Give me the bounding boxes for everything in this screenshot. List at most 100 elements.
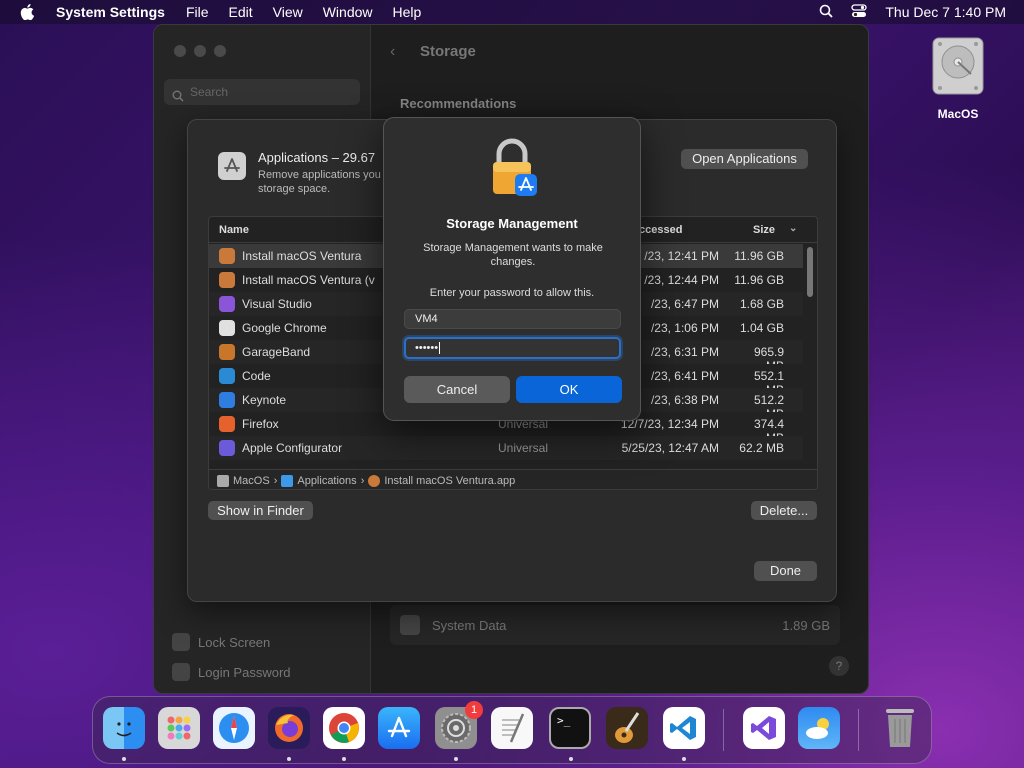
running-indicator bbox=[682, 757, 686, 761]
table-row[interactable]: Apple Configurator Universal 5/25/23, 12:4… bbox=[209, 436, 803, 460]
app-name: Visual Studio bbox=[242, 297, 312, 311]
username-field[interactable]: VM4 bbox=[404, 309, 621, 329]
breadcrumb: MacOS › Applications › Install macOS Ventu… bbox=[209, 469, 817, 489]
desktop-disk-icon[interactable]: MacOS bbox=[922, 34, 994, 121]
launchpad-icon[interactable] bbox=[158, 707, 200, 749]
storage-management-dialog: Storage Management Storage Management wa… bbox=[383, 117, 641, 421]
running-indicator bbox=[454, 757, 458, 761]
running-indicator bbox=[287, 757, 291, 761]
weather-icon[interactable] bbox=[798, 707, 840, 749]
help-button[interactable]: ? bbox=[829, 656, 849, 676]
vscode-icon[interactable] bbox=[663, 707, 705, 749]
app-icon bbox=[219, 272, 235, 288]
app-icon bbox=[219, 392, 235, 408]
app-size: 1.68 GB bbox=[739, 297, 784, 311]
app-name: Apple Configurator bbox=[242, 441, 343, 455]
app-name: Install macOS Ventura bbox=[242, 249, 362, 263]
ok-button[interactable]: OK bbox=[516, 376, 622, 403]
back-chevron-icon[interactable]: ‹ bbox=[390, 43, 395, 61]
app-store-icon[interactable] bbox=[378, 707, 420, 749]
sidebar-search-input[interactable]: Search bbox=[164, 79, 360, 105]
app-icon bbox=[219, 296, 235, 312]
breadcrumb-item[interactable]: Install macOS Ventura.app bbox=[384, 475, 515, 487]
sidebar-item-login-password[interactable]: Login Password bbox=[172, 663, 291, 681]
app-size: 1.04 GB bbox=[739, 321, 784, 335]
chrome-icon[interactable] bbox=[323, 707, 365, 749]
app-icon bbox=[219, 440, 235, 456]
password-field[interactable]: •••••• bbox=[404, 337, 621, 359]
firefox-icon[interactable] bbox=[268, 707, 310, 749]
disk-icon bbox=[217, 474, 229, 487]
finder-icon[interactable] bbox=[103, 707, 145, 749]
app-name: GarageBand bbox=[242, 345, 311, 359]
control-center-icon[interactable] bbox=[851, 3, 868, 21]
lock-icon bbox=[487, 138, 541, 203]
app-icon bbox=[219, 248, 235, 264]
dialog-title: Storage Management bbox=[446, 216, 578, 231]
app-name: Google Chrome bbox=[242, 321, 327, 335]
breadcrumb-separator: › bbox=[273, 474, 278, 487]
delete-button[interactable]: Delete... bbox=[751, 501, 817, 520]
dock: 1 >_ bbox=[92, 696, 932, 764]
garageband-icon[interactable] bbox=[606, 707, 648, 749]
app-icon bbox=[219, 416, 235, 432]
app-size: 62.2 MB bbox=[739, 441, 784, 455]
sort-chevron-icon[interactable]: ⌄ bbox=[789, 223, 797, 234]
show-in-finder-button[interactable]: Show in Finder bbox=[208, 501, 313, 520]
desktop-icon-label: MacOS bbox=[937, 107, 979, 121]
visual-studio-icon[interactable] bbox=[743, 707, 785, 749]
app-icon bbox=[219, 368, 235, 384]
menu-view[interactable]: View bbox=[273, 4, 303, 20]
sheet-title: Applications – 29.67 bbox=[258, 150, 376, 165]
window-minimize-button[interactable] bbox=[194, 45, 206, 57]
menu-help[interactable]: Help bbox=[393, 4, 422, 20]
breadcrumb-item[interactable]: Applications bbox=[297, 475, 356, 487]
key-icon bbox=[172, 663, 190, 681]
system-data-row[interactable]: System Data 1.89 GB bbox=[390, 605, 840, 645]
menu-file[interactable]: File bbox=[186, 4, 209, 20]
app-name: Firefox bbox=[242, 417, 279, 431]
dialog-description: Storage Management wants to make changes… bbox=[423, 242, 603, 268]
app-name: Install macOS Ventura (v bbox=[242, 273, 375, 287]
running-indicator bbox=[122, 757, 126, 761]
column-name[interactable]: Name bbox=[219, 224, 249, 236]
system-data-label: System Data bbox=[432, 617, 507, 633]
sidebar-item-lock-screen[interactable]: Lock Screen bbox=[172, 633, 270, 651]
window-zoom-button[interactable] bbox=[214, 45, 226, 57]
breadcrumb-item[interactable]: MacOS bbox=[233, 475, 270, 487]
window-close-button[interactable] bbox=[174, 45, 186, 57]
cancel-button[interactable]: Cancel bbox=[404, 376, 510, 403]
spotlight-search-icon[interactable] bbox=[819, 4, 834, 21]
folder-icon bbox=[281, 474, 294, 487]
sidebar-item-label: Lock Screen bbox=[198, 634, 271, 650]
terminal-icon[interactable]: >_ bbox=[549, 707, 591, 749]
safari-icon[interactable] bbox=[213, 707, 255, 749]
menu-app-name[interactable]: System Settings bbox=[56, 4, 165, 20]
textedit-icon[interactable] bbox=[491, 707, 533, 749]
installer-icon bbox=[368, 474, 381, 487]
app-icon bbox=[219, 320, 235, 336]
table-scrollbar[interactable] bbox=[807, 247, 813, 297]
column-size[interactable]: Size bbox=[753, 224, 775, 236]
dialog-prompt: Enter your password to allow this. bbox=[429, 287, 595, 299]
system-data-icon bbox=[400, 615, 420, 635]
breadcrumb-separator: › bbox=[360, 474, 365, 487]
system-settings-icon[interactable]: 1 bbox=[435, 701, 483, 749]
dock-separator bbox=[723, 709, 724, 751]
app-store-icon bbox=[218, 152, 246, 180]
open-applications-button[interactable]: Open Applications bbox=[681, 149, 808, 169]
trash-icon[interactable] bbox=[879, 707, 921, 749]
menu-clock[interactable]: Thu Dec 7 1:40 PM bbox=[885, 4, 1006, 20]
column-accessed[interactable]: ccessed bbox=[639, 224, 682, 236]
hard-drive-icon bbox=[932, 37, 984, 95]
page-title: Storage bbox=[420, 43, 476, 60]
menu-edit[interactable]: Edit bbox=[229, 4, 253, 20]
app-name: Code bbox=[242, 369, 271, 383]
menu-window[interactable]: Window bbox=[323, 4, 373, 20]
password-mask: •••••• bbox=[415, 342, 439, 354]
system-data-size: 1.89 GB bbox=[782, 617, 830, 633]
done-button[interactable]: Done bbox=[754, 561, 817, 581]
apple-menu-icon[interactable] bbox=[20, 4, 38, 20]
search-placeholder: Search bbox=[190, 85, 229, 99]
app-icon bbox=[219, 344, 235, 360]
